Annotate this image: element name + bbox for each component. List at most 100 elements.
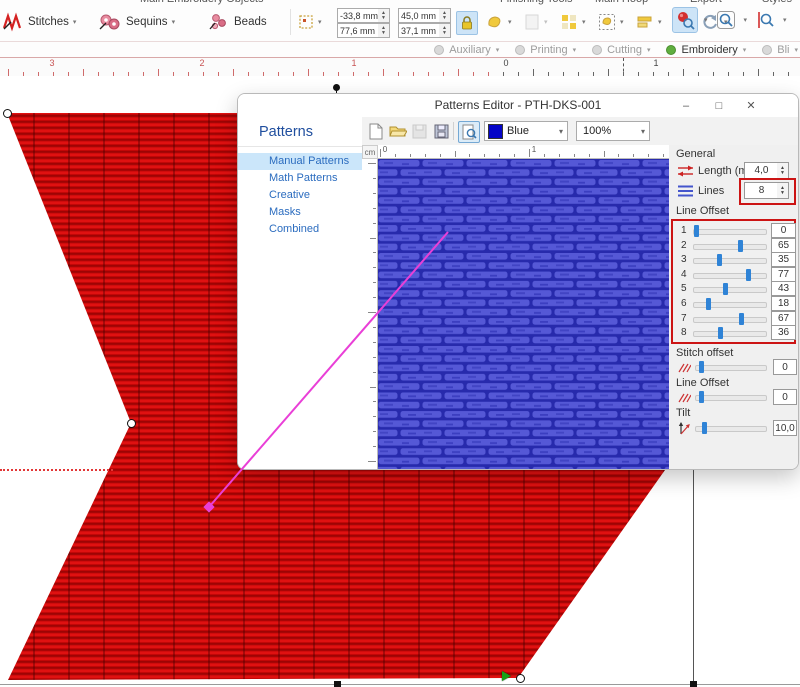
machine-item-bli[interactable]: Bli▾: [762, 44, 798, 56]
line-offset-value-3[interactable]: 35: [771, 252, 796, 267]
document-tool-button[interactable]: ▾: [524, 7, 548, 37]
line-offset-slider-2[interactable]: [693, 244, 767, 250]
ruler-unit-button[interactable]: cm: [362, 145, 378, 159]
position-x-stepper[interactable]: ▲▼: [378, 8, 390, 23]
sidebar-item-creative[interactable]: Creative: [238, 187, 362, 204]
tilt-slider[interactable]: [695, 426, 767, 432]
line-offset-thumb-6[interactable]: [706, 298, 711, 310]
position-x-field[interactable]: -33,8 mm: [337, 8, 381, 23]
zoom-pin-dropdown-icon[interactable]: ▾: [704, 16, 708, 24]
line-offset-value-8[interactable]: 36: [771, 325, 796, 340]
open-pattern-button[interactable]: [388, 121, 408, 141]
selection-handle-bottom-center[interactable]: [334, 681, 341, 687]
line-offset-thumb-3[interactable]: [717, 254, 722, 266]
tilt-thumb[interactable]: [702, 422, 707, 434]
shape-node-bottom[interactable]: [516, 674, 525, 683]
save-as-pattern-button[interactable]: [431, 121, 451, 141]
line-offset-thumb-1[interactable]: [694, 225, 699, 237]
machine-item-printing[interactable]: Printing▾: [515, 44, 576, 56]
machine-item-auxiliary[interactable]: Auxiliary▾: [434, 44, 499, 56]
zoom-box-dropdown-icon[interactable]: ▾: [744, 16, 748, 24]
line-offset-slider-1[interactable]: [693, 229, 767, 235]
frame-dropdown-icon[interactable]: ▾: [318, 18, 322, 26]
zoom-level-select[interactable]: 100% ▾: [576, 121, 650, 141]
reference-frame-button[interactable]: ▾: [298, 7, 322, 37]
sidebar-item-math-patterns[interactable]: Math Patterns: [238, 170, 362, 187]
size-width-field[interactable]: 45,0 mm: [398, 8, 442, 23]
line-offset-slider-7[interactable]: [693, 317, 767, 323]
close-icon[interactable]: ✕: [739, 96, 763, 115]
line-offset-value-7[interactable]: 67: [771, 311, 796, 326]
zoom-line-dropdown-icon[interactable]: ▾: [783, 16, 787, 24]
preview-toggle-button[interactable]: [458, 121, 480, 143]
shape-node-vertex[interactable]: [127, 419, 136, 428]
machine-item-embroidery[interactable]: Embroidery▾: [666, 44, 746, 56]
line-offset-value-5[interactable]: 43: [771, 281, 796, 296]
size-width-stepper[interactable]: ▲▼: [439, 8, 451, 23]
new-pattern-button[interactable]: [366, 121, 386, 141]
stitches-dropdown-icon[interactable]: ▾: [73, 18, 77, 26]
length-stepper[interactable]: ▲▼: [777, 162, 789, 179]
position-y-stepper[interactable]: ▲▼: [378, 23, 390, 38]
zoom-line-button[interactable]: [753, 8, 777, 32]
line-offset-thumb-2[interactable]: [738, 240, 743, 252]
lines-stepper[interactable]: ▲▼: [777, 182, 789, 199]
align-tool-button[interactable]: ▾: [636, 7, 662, 37]
sidebar-item-manual-patterns[interactable]: Manual Patterns: [238, 153, 362, 170]
select-dropdown-icon[interactable]: ▾: [620, 18, 624, 26]
zoom-pin-button[interactable]: [672, 7, 698, 33]
line-offset-value-1[interactable]: 0: [771, 223, 796, 238]
machine-dropdown-icon[interactable]: ▾: [573, 46, 577, 54]
stitch-offset-slider[interactable]: [695, 365, 767, 371]
shape-tool-button[interactable]: ▾: [486, 7, 512, 37]
line-offset-slider-5[interactable]: [693, 287, 767, 293]
sequins-dropdown-icon[interactable]: ▾: [172, 18, 176, 26]
grid-tool-button[interactable]: ▾: [560, 7, 586, 37]
line-offset-thumb-4[interactable]: [746, 269, 751, 281]
tilt-value[interactable]: 10,0: [773, 420, 797, 436]
select-tool-button[interactable]: ▾: [598, 7, 624, 37]
line-offset-slider-3[interactable]: [693, 258, 767, 264]
shape-dropdown-icon[interactable]: ▾: [508, 18, 512, 26]
minimize-icon[interactable]: –: [674, 96, 698, 115]
stitch-offset-value[interactable]: 0: [773, 359, 797, 375]
thread-color-select[interactable]: Blue ▾: [484, 121, 568, 141]
machine-dropdown-icon[interactable]: ▾: [496, 46, 500, 54]
stitches-button[interactable]: Stitches ▾: [2, 7, 76, 37]
zoom-box-button[interactable]: [714, 8, 738, 32]
align-dropdown-icon[interactable]: ▾: [658, 18, 662, 26]
line-offset-thumb-8[interactable]: [718, 327, 723, 339]
line-offset-slider-8[interactable]: [693, 331, 767, 337]
shape-node-top-left[interactable]: [3, 109, 12, 118]
line-offset-value[interactable]: 0: [773, 389, 797, 405]
save-pattern-button[interactable]: [409, 121, 429, 141]
machine-dropdown-icon[interactable]: ▾: [794, 46, 798, 54]
line-offset-slider-4[interactable]: [693, 273, 767, 279]
beads-button[interactable]: Beads: [208, 7, 267, 37]
pattern-preview-canvas[interactable]: [378, 159, 669, 469]
grid-dropdown-icon[interactable]: ▾: [582, 18, 586, 26]
line-offset-slider[interactable]: [695, 395, 767, 401]
machine-dropdown-icon[interactable]: ▾: [743, 46, 747, 54]
line-offset-value-4[interactable]: 77: [771, 267, 796, 282]
line-offset-slider-6[interactable]: [693, 302, 767, 308]
lines-value-field[interactable]: 8: [744, 182, 779, 199]
line-offset-value-2[interactable]: 65: [771, 238, 796, 253]
stitch-offset-thumb[interactable]: [699, 361, 704, 373]
line-offset-thumb-5[interactable]: [723, 283, 728, 295]
machine-dropdown-icon[interactable]: ▾: [647, 46, 651, 54]
line-offset-value-6[interactable]: 18: [771, 296, 796, 311]
line-offset-thumb[interactable]: [699, 391, 704, 403]
sidebar-item-masks[interactable]: Masks: [238, 204, 362, 221]
lock-proportions-button[interactable]: [456, 11, 478, 35]
dialog-titlebar[interactable]: Patterns Editor - PTH-DKS-001 – □ ✕: [238, 94, 798, 117]
position-y-field[interactable]: 77,6 mm: [337, 23, 381, 38]
machine-item-cutting[interactable]: Cutting▾: [592, 44, 650, 56]
document-dropdown-icon[interactable]: ▾: [544, 18, 548, 26]
sequins-button[interactable]: Sequins ▾: [98, 7, 175, 37]
maximize-icon[interactable]: □: [707, 96, 731, 115]
sidebar-item-combined[interactable]: Combined: [238, 221, 362, 238]
length-value-field[interactable]: 4,0: [744, 162, 779, 179]
size-height-field[interactable]: 37,1 mm: [398, 23, 442, 38]
selection-handle-bottom-right[interactable]: [690, 681, 697, 687]
